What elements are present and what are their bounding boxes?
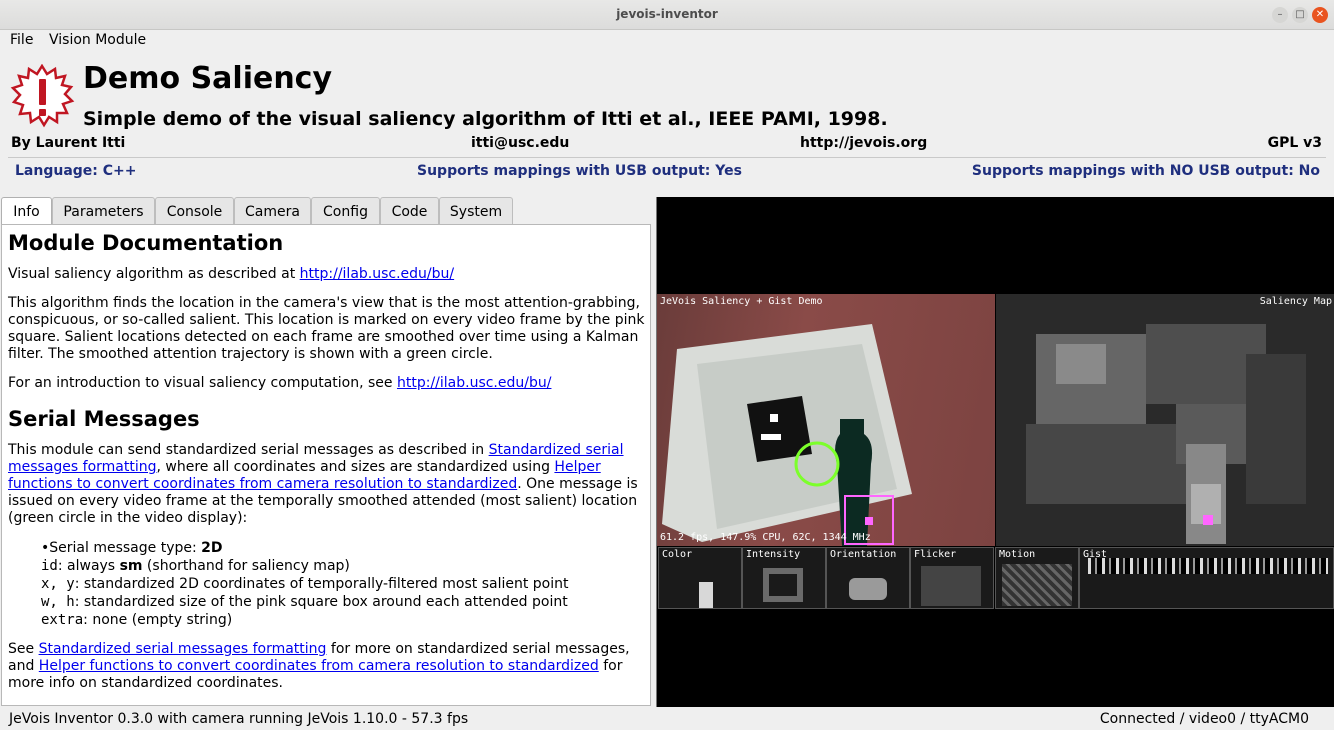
doc-link[interactable]: http://ilab.usc.edu/bu/ — [397, 375, 551, 391]
module-header: Demo Saliency Simple demo of the visual … — [0, 52, 1334, 192]
title-bar: jevois-inventor – □ ✕ — [0, 0, 1334, 30]
doc-paragraph: Visual saliency algorithm as described a… — [8, 266, 455, 282]
documentation-pane[interactable]: Module Documentation Visual saliency alg… — [1, 224, 651, 706]
divider — [8, 157, 1326, 158]
doc-heading: Module Documentation — [8, 231, 284, 255]
feature-map-orientation: Orientation — [826, 547, 910, 609]
menu-bar: File Vision Module — [0, 30, 1334, 52]
menu-vision-module[interactable]: Vision Module — [49, 32, 146, 48]
feature-map-intensity: Intensity — [742, 547, 826, 609]
fps-overlay: 61.2 fps, 147.9% CPU, 62C, 1344 MHz — [660, 532, 871, 543]
close-button[interactable]: ✕ — [1312, 7, 1328, 23]
list-item: x, y: standardized 2D coordinates of tem… — [41, 576, 569, 592]
nousb-mappings: Supports mappings with NO USB output: No — [971, 163, 1320, 179]
status-bar: JeVois Inventor 0.3.0 with camera runnin… — [0, 709, 1334, 730]
minimize-button[interactable]: – — [1272, 7, 1288, 23]
doc-heading-serial: Serial Messages — [8, 407, 200, 431]
module-license: GPL v3 — [1267, 135, 1322, 151]
doc-paragraph: See Standardized serial messages formatt… — [8, 641, 630, 691]
maximize-button[interactable]: □ — [1292, 7, 1308, 23]
window-title: jevois-inventor — [616, 7, 718, 21]
doc-link-serial-format[interactable]: Standardized serial messages formatting — [39, 641, 327, 657]
tab-config[interactable]: Config — [311, 197, 380, 225]
tab-console[interactable]: Console — [155, 197, 234, 225]
video-display: JeVois Saliency + Gist Demo 61.2 fps, 14… — [656, 197, 1334, 707]
doc-paragraph: For an introduction to visual saliency c… — [8, 375, 552, 391]
status-left: JeVois Inventor 0.3.0 with camera runnin… — [9, 711, 469, 727]
module-author: By Laurent Itti — [11, 135, 126, 151]
module-meta: By Laurent Itti itti@usc.edu http://jevo… — [0, 135, 1334, 153]
tab-camera[interactable]: Camera — [234, 197, 311, 225]
feature-map-motion: Motion — [995, 547, 1079, 609]
module-capabilities: Language: C++ Supports mappings with USB… — [0, 163, 1334, 181]
usb-mappings: Supports mappings with USB output: Yes — [417, 163, 742, 179]
camera-frame: JeVois Saliency + Gist Demo 61.2 fps, 14… — [657, 294, 995, 546]
saliency-map-label: Saliency Map — [1259, 296, 1332, 307]
menu-file[interactable]: File — [10, 32, 33, 48]
connection-status: Connected / video0 / ttyACM0 — [1099, 711, 1309, 727]
doc-link-helper-functions[interactable]: Helper functions to convert coordinates … — [39, 658, 599, 674]
saliency-map: Saliency Map — [996, 294, 1334, 546]
tab-parameters[interactable]: Parameters — [52, 197, 155, 225]
list-item: w, h: standardized size of the pink squa… — [41, 594, 568, 610]
doc-link[interactable]: http://ilab.usc.edu/bu/ — [300, 266, 454, 282]
tab-code[interactable]: Code — [380, 197, 439, 225]
doc-paragraph: This algorithm finds the location in the… — [8, 295, 645, 362]
feature-map-flicker: Flicker — [910, 547, 994, 609]
serial-fields-list: •Serial message type: 2D id: always sm (… — [41, 539, 646, 629]
feature-map-color: Color — [658, 547, 742, 609]
list-item: •Serial message type: 2D — [41, 540, 223, 556]
tab-info[interactable]: Info — [1, 197, 52, 226]
doc-paragraph: This module can send standardized serial… — [8, 442, 638, 526]
feature-map-gist: Gist — [1079, 547, 1334, 609]
module-email: itti@usc.edu — [471, 135, 570, 151]
module-language: Language: C++ — [15, 163, 137, 179]
module-website: http://jevois.org — [800, 135, 928, 151]
module-subtitle: Simple demo of the visual saliency algor… — [83, 108, 888, 130]
list-item: extra: none (empty string) — [41, 612, 233, 628]
tab-system[interactable]: System — [439, 197, 513, 225]
camera-label: JeVois Saliency + Gist Demo — [660, 296, 823, 307]
warning-icon — [9, 63, 75, 130]
module-title: Demo Saliency — [83, 61, 333, 96]
list-item: id: always sm (shorthand for saliency ma… — [41, 558, 350, 574]
